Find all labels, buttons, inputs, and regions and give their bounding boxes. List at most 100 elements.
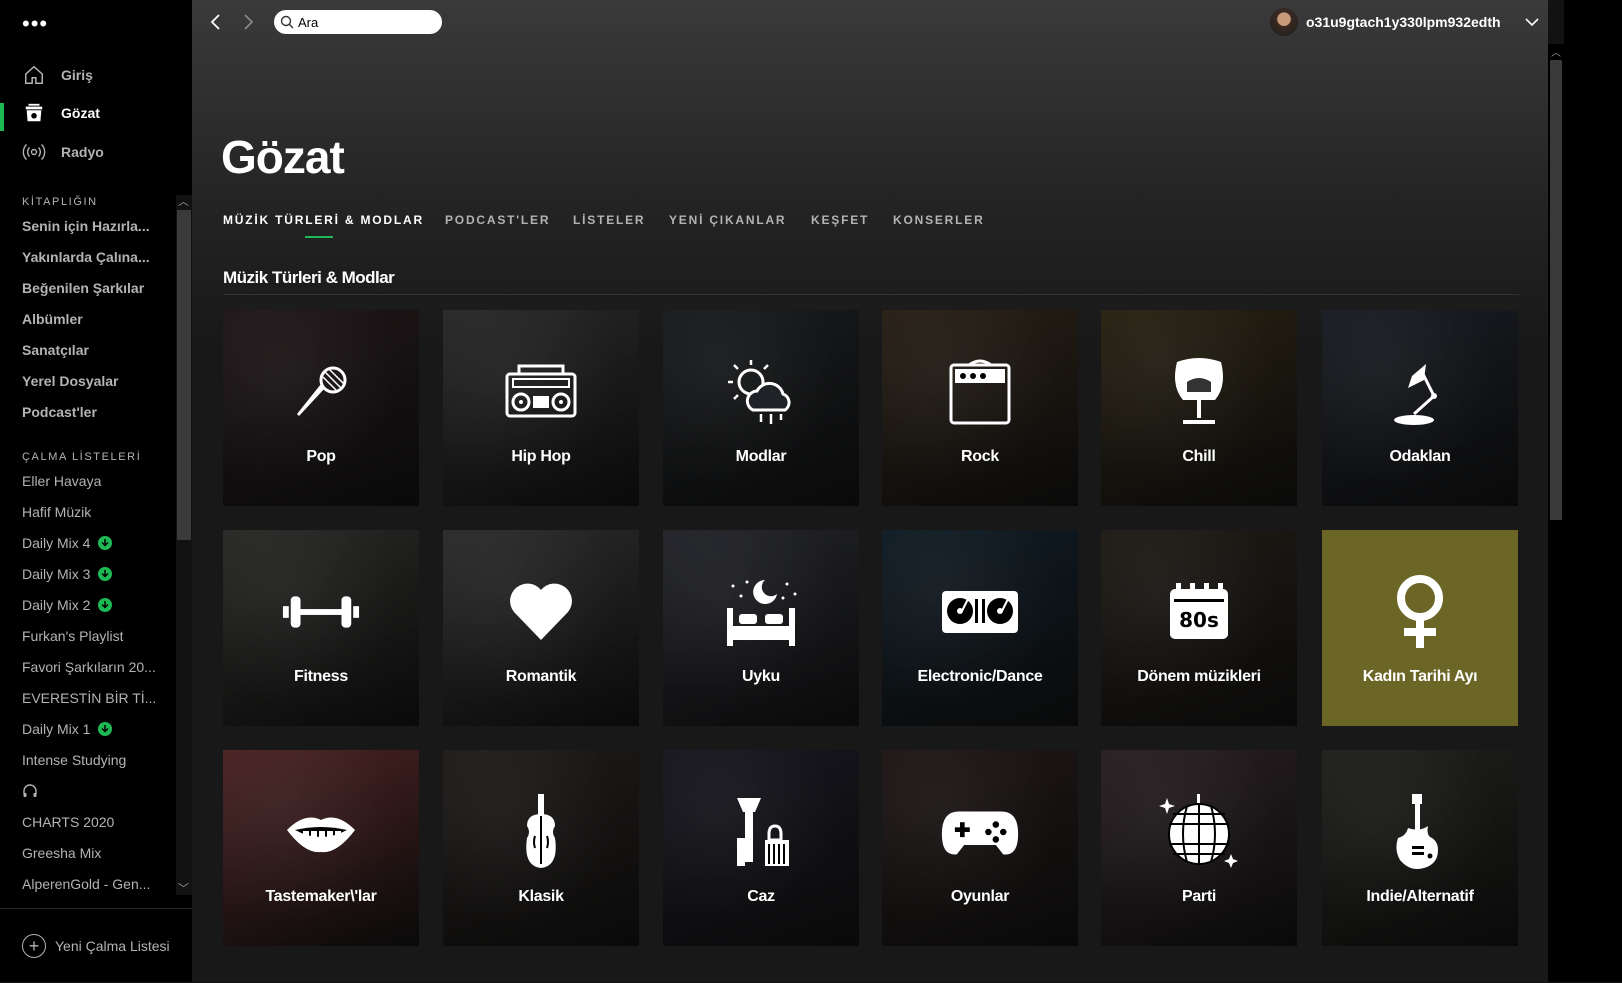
- genre-tile[interactable]: Caz: [663, 750, 859, 946]
- downloaded-icon: [98, 567, 113, 581]
- genre-tile-label: Dönem müzikleri: [1137, 668, 1261, 685]
- plus-icon: +: [22, 934, 46, 958]
- genre-tile[interactable]: 80s Dönem müzikleri: [1101, 530, 1297, 726]
- genre-tile-label: Fitness: [294, 668, 348, 685]
- amplifier-icon: [940, 352, 1020, 432]
- genre-tile[interactable]: Kadın Tarihi Ayı: [1322, 530, 1518, 726]
- nav-radio[interactable]: Radyo: [22, 138, 104, 166]
- genre-tile-label: Oyunlar: [950, 888, 1010, 905]
- genre-tile[interactable]: Rock: [882, 310, 1078, 506]
- genre-tile-label: Electronic/Dance: [917, 668, 1043, 685]
- lips-icon: [281, 792, 361, 872]
- playlist-item[interactable]: [22, 783, 162, 802]
- playlist-label: Greesha Mix: [22, 845, 102, 861]
- heart-icon: [501, 572, 581, 652]
- main-content: o31u9gtach1y330lpm932edth Gözat MÜZİK TÜ…: [192, 0, 1548, 982]
- genre-tile[interactable]: Indie/Alternatif: [1322, 750, 1518, 946]
- tab-genres-moods[interactable]: MÜZİK TÜRLERİ & MODLAR: [223, 213, 424, 227]
- home-icon: [22, 63, 46, 87]
- chevron-right-icon: [244, 14, 254, 30]
- genre-tile[interactable]: Oyunlar: [882, 750, 1078, 946]
- genre-tile[interactable]: Modlar: [663, 310, 859, 506]
- nav-home[interactable]: Giriş: [22, 61, 93, 89]
- active-indicator: [0, 103, 4, 131]
- forward-button[interactable]: [236, 10, 260, 34]
- genre-tile-label: Klasik: [518, 888, 564, 905]
- playlist-item[interactable]: Furkan's Playlist: [22, 628, 162, 644]
- main-scrollbar-thumb[interactable]: [1550, 60, 1562, 520]
- genre-tile[interactable]: Uyku: [663, 530, 859, 726]
- tab-charts[interactable]: LİSTELER: [573, 213, 645, 227]
- playlist-item[interactable]: Daily Mix 4: [22, 535, 162, 551]
- playlist-label: Intense Studying: [22, 752, 127, 768]
- genre-tile-label: Chill: [1182, 448, 1216, 465]
- playlists-section-title: ÇALMA LİSTELERİ: [22, 451, 142, 463]
- nav-browse-label: Gözat: [61, 105, 100, 121]
- app-menu-button[interactable]: •••: [22, 13, 48, 35]
- guitar-icon: [1380, 792, 1460, 872]
- egg-chair-icon: [1159, 352, 1239, 432]
- genre-tile[interactable]: Pop: [223, 310, 419, 506]
- genre-tile[interactable]: Parti: [1101, 750, 1297, 946]
- genre-tile-label: Romantik: [505, 668, 577, 685]
- search-input[interactable]: [298, 14, 428, 30]
- main-scroll-up-arrow-icon[interactable]: ︿: [1551, 44, 1561, 59]
- playlist-item[interactable]: Eller Havaya: [22, 473, 162, 489]
- playlist-label: Daily Mix 3: [22, 566, 91, 582]
- new-playlist-button[interactable]: + Yeni Çalma Listesi: [0, 908, 192, 983]
- library-item-liked-songs[interactable]: Beğenilen Şarkılar: [22, 280, 162, 296]
- library-item-podcasts[interactable]: Podcast'ler: [22, 404, 162, 420]
- genre-tile[interactable]: Hip Hop: [443, 310, 639, 506]
- radio-icon: [22, 140, 46, 164]
- tab-podcasts[interactable]: PODCAST'LER: [445, 213, 550, 227]
- playlist-item[interactable]: CHARTS 2020: [22, 814, 162, 830]
- genre-tile-label: Parti: [1181, 888, 1217, 905]
- genre-tile-label: Pop: [306, 448, 336, 465]
- playlist-item[interactable]: Hafif Müzik: [22, 504, 162, 520]
- tab-active-underline: [305, 236, 333, 238]
- playlist-label: CHARTS 2020: [22, 814, 115, 830]
- gamepad-icon: [940, 792, 1020, 872]
- playlist-label: Daily Mix 4: [22, 535, 91, 551]
- window-edge: [1564, 0, 1622, 982]
- playlist-item[interactable]: Daily Mix 1: [22, 721, 162, 737]
- section-title: Müzik Türleri & Modlar: [223, 268, 395, 287]
- search-box[interactable]: [274, 10, 442, 34]
- playlist-item[interactable]: EVERESTİN BİR Tİ...: [22, 690, 162, 706]
- library-item-recently-played[interactable]: Yakınlarda Çalına...: [22, 249, 162, 265]
- scroll-down-arrow-icon[interactable]: ﹀: [178, 880, 189, 896]
- genre-tile[interactable]: Klasik: [443, 750, 639, 946]
- playlist-item[interactable]: AlperenGold - Gen...: [22, 876, 162, 892]
- tab-concerts[interactable]: KONSERLER: [893, 213, 985, 227]
- nav-browse[interactable]: Gözat: [22, 99, 100, 127]
- playlist-item[interactable]: Greesha Mix: [22, 845, 162, 861]
- tab-new-releases[interactable]: YENİ ÇIKANLAR: [669, 213, 786, 227]
- back-button[interactable]: [204, 10, 228, 34]
- boombox-icon: [501, 352, 581, 432]
- tab-discover[interactable]: KEŞFET: [811, 213, 869, 227]
- svg-text:80s: 80s: [1179, 608, 1219, 632]
- playlist-label: AlperenGold - Gen...: [22, 876, 151, 892]
- headphones-icon: [22, 783, 38, 802]
- genre-tile[interactable]: Tastemaker\'lar: [223, 750, 419, 946]
- scroll-up-arrow-icon[interactable]: ︿: [178, 193, 189, 209]
- playlist-item[interactable]: Daily Mix 3: [22, 566, 162, 582]
- genre-tile[interactable]: Romantik: [443, 530, 639, 726]
- sidebar-scrollbar-thumb[interactable]: [177, 210, 191, 540]
- library-item-local-files[interactable]: Yerel Dosyalar: [22, 373, 162, 389]
- violin-icon: [501, 792, 581, 872]
- genre-tile[interactable]: Chill: [1101, 310, 1297, 506]
- genre-tile[interactable]: Electronic/Dance: [882, 530, 1078, 726]
- user-menu[interactable]: o31u9gtach1y330lpm932edth: [1270, 8, 1541, 36]
- playlist-item[interactable]: Daily Mix 2: [22, 597, 162, 613]
- genre-tile-label: Rock: [961, 448, 999, 465]
- library-item-artists[interactable]: Sanatçılar: [22, 342, 162, 358]
- library-item-made-for-you[interactable]: Senin için Hazırla...: [22, 218, 162, 234]
- genre-tile[interactable]: Odaklan: [1322, 310, 1518, 506]
- library-item-albums[interactable]: Albümler: [22, 311, 162, 327]
- genre-tile[interactable]: Fitness: [223, 530, 419, 726]
- chevron-down-icon[interactable]: [1523, 13, 1541, 31]
- playlist-item[interactable]: Intense Studying: [22, 752, 162, 768]
- playlist-item[interactable]: Favori Şarkıların 20...: [22, 659, 162, 675]
- sidebar: ••• Giriş Gözat Radyo KİTAPLIĞIN Senin i…: [0, 0, 192, 982]
